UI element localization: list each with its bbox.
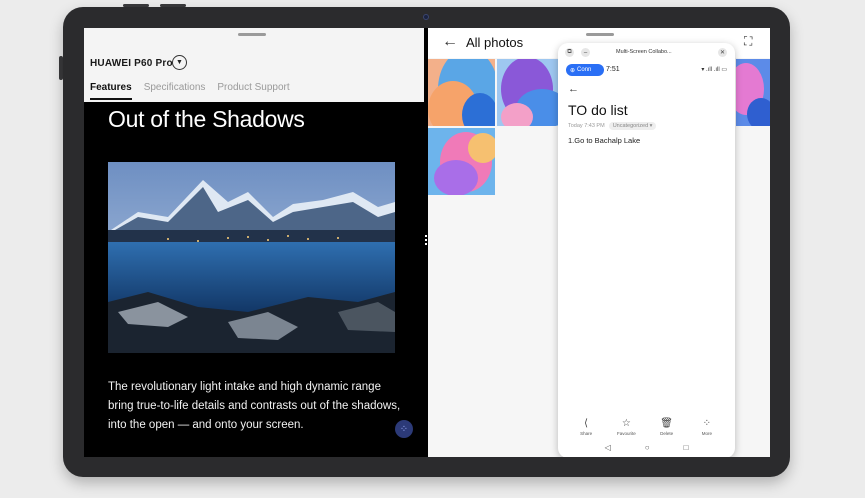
close-icon[interactable]: ✕ [718,48,727,57]
nav-back-icon[interactable]: ◁ [605,443,611,452]
category-label: Uncategorized [612,123,649,129]
note-title: TO do list [568,102,628,118]
product-header: HUAWEI P60 Pro ▼ Features Specifications… [84,28,424,102]
delete-button[interactable]: 🗑 Delete [652,418,682,436]
photo-thumbnail[interactable] [736,59,770,126]
star-icon: ☆ [621,418,631,429]
chevron-down-icon[interactable]: ▼ [172,55,187,70]
connect-label: Conn [577,67,592,73]
note-toolbar: ⟨ Share ☆ Favourite 🗑 Delete ⁘ More [558,418,735,436]
tab-product-support[interactable]: Product Support [217,82,289,100]
photo-thumbnail[interactable] [428,59,495,126]
phone-window-title: Multi-Screen Collabo... [616,49,672,55]
product-tabs: Features Specifications Product Support [90,82,290,100]
note-date: Today 7:43 PM [568,123,605,129]
trash-icon: 🗑 [660,418,673,429]
product-name: HUAWEI P60 Pro [90,58,173,69]
split-handle-icon[interactable] [425,235,427,247]
back-arrow-icon[interactable]: ← [568,83,579,95]
browser-pane: HUAWEI P60 Pro ▼ Features Specifications… [84,28,424,457]
more-button[interactable]: ⁘ More [692,418,722,436]
share-icon: ⟨ [584,418,589,429]
window-icon[interactable]: ⧉ [565,48,574,57]
hero-photo [108,162,395,353]
photo-thumbnail[interactable] [497,59,564,126]
share-button[interactable]: ⟨ Share [571,418,601,436]
tab-specifications[interactable]: Specifications [144,82,206,100]
favourite-button[interactable]: ☆ Favourite [611,418,641,436]
hero-description: The revolutionary light intake and high … [108,381,401,431]
back-arrow-icon[interactable]: ← [442,33,458,51]
connect-button[interactable]: ⊕ Conn [566,64,604,76]
nav-home-icon[interactable]: ○ [645,443,650,452]
delete-label: Delete [660,431,674,436]
link-icon: ⊕ [570,67,576,74]
phone-time: 7:51 [606,66,620,73]
photo-thumbnail[interactable] [428,128,495,195]
phone-window-bar: ⧉ – Multi-Screen Collabo... ✕ [558,45,735,59]
minimize-icon[interactable]: – [581,48,590,57]
window-handle[interactable] [586,33,614,36]
phone-window: ⧉ – Multi-Screen Collabo... ✕ ⊕ Conn 7:5… [558,43,735,457]
tab-features[interactable]: Features [90,82,132,100]
favourite-label: Favourite [616,431,636,436]
category-dropdown[interactable]: Uncategorized ▾ [608,122,657,130]
grid-menu-icon[interactable]: ⁘ [395,420,413,438]
more-label: More [701,431,712,436]
gallery-title: All photos [466,35,524,50]
tablet-screen: HUAWEI P60 Pro ▼ Features Specifications… [84,28,770,457]
camera-icon [423,14,429,20]
phone-status-bar: ⊕ Conn 7:51 ▾ .ıll .ıll ▭ [558,64,735,78]
phone-nav-bar: ◁ ○ □ [558,443,735,452]
share-label: Share [580,431,593,436]
nav-recents-icon[interactable]: □ [684,443,689,452]
window-handle[interactable] [238,33,266,36]
note-meta: Today 7:43 PM Uncategorized ▾ [568,122,657,130]
hero-title: Out of the Shadows [108,106,305,132]
signal-battery-icons: ▾ .ıll .ıll ▭ [701,67,727,73]
note-item[interactable]: 1.Go to Bachalp Lake [568,136,640,145]
more-icon: ⁘ [702,418,712,429]
fullscreen-icon[interactable]: ⛶ [744,34,752,49]
